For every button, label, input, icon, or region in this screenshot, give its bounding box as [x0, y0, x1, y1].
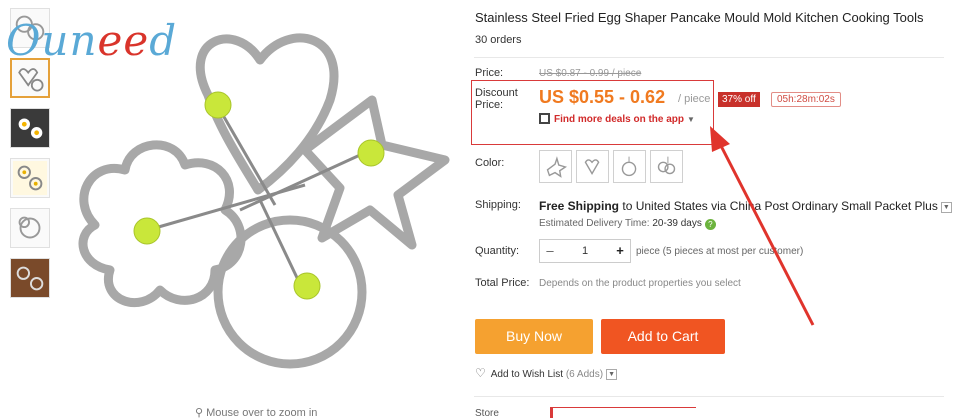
chevron-down-icon[interactable]: ▼: [606, 369, 618, 380]
total-price-label: Total Price:: [475, 277, 530, 289]
price-unit: / piece: [678, 93, 711, 105]
product-title: Stainless Steel Fried Egg Shaper Pancake…: [475, 10, 924, 25]
add-to-cart-button[interactable]: Add to Cart: [601, 319, 725, 354]
color-option-round[interactable]: [613, 150, 646, 183]
quantity-stepper: – 1 +: [539, 239, 631, 263]
decrease-quantity-button[interactable]: –: [540, 240, 560, 262]
app-deals-link[interactable]: Find more deals on the app ▼: [539, 113, 695, 125]
color-option-flower[interactable]: [650, 150, 683, 183]
original-price: US $0.87 - 0.99 / piece: [539, 68, 642, 79]
delivery-estimate: Estimated Delivery Time: 20-39 days?: [539, 218, 716, 230]
discount-badge: 37% off: [718, 92, 760, 107]
buy-now-button[interactable]: Buy Now: [475, 319, 593, 354]
heart-icon: ♡: [475, 366, 486, 380]
store-label: Store: [475, 408, 499, 418]
thumbnail-6[interactable]: [10, 258, 50, 298]
watermark-logo: Ouneed: [6, 16, 178, 65]
zoom-hint: ⚲ Mouse over to zoom in: [195, 407, 318, 418]
countdown-timer: 05h:28m:02s: [771, 92, 841, 107]
thumbnail-5[interactable]: [10, 208, 50, 248]
total-price-note: Depends on the product properties you se…: [539, 278, 741, 289]
product-info-panel: Stainless Steel Fried Egg Shaper Pancake…: [471, 0, 968, 418]
qr-code-icon: [539, 113, 550, 124]
discount-price-label: Discount Price:: [475, 87, 518, 111]
help-icon[interactable]: ?: [704, 219, 716, 230]
chevron-down-icon: ▼: [687, 115, 695, 124]
divider: [474, 396, 944, 397]
add-to-wishlist-link[interactable]: ♡ Add to Wish List (6 Adds) ▼: [475, 366, 618, 380]
color-options: [539, 150, 687, 183]
price-label: Price:: [475, 67, 504, 79]
thumbnail-3[interactable]: [10, 108, 50, 148]
discount-price: US $0.55 - 0.62: [539, 87, 666, 107]
color-label: Color:: [475, 157, 505, 169]
order-count: 30 orders: [475, 34, 522, 46]
shipping-label: Shipping:: [475, 199, 521, 211]
thumbnail-4[interactable]: [10, 158, 50, 198]
store-promo-box: [550, 407, 696, 418]
chevron-down-icon[interactable]: ▼: [940, 202, 952, 213]
divider: [474, 57, 944, 58]
quantity-note: piece (5 pieces at most per customer): [636, 246, 804, 257]
color-option-star[interactable]: [539, 150, 572, 183]
shipping-method[interactable]: Free Shipping to United States via China…: [539, 199, 952, 213]
increase-quantity-button[interactable]: +: [610, 240, 630, 262]
magnifier-icon: ⚲: [195, 407, 204, 418]
quantity-input[interactable]: 1: [560, 240, 610, 262]
color-option-heart[interactable]: [576, 150, 609, 183]
quantity-label: Quantity:: [475, 245, 520, 257]
